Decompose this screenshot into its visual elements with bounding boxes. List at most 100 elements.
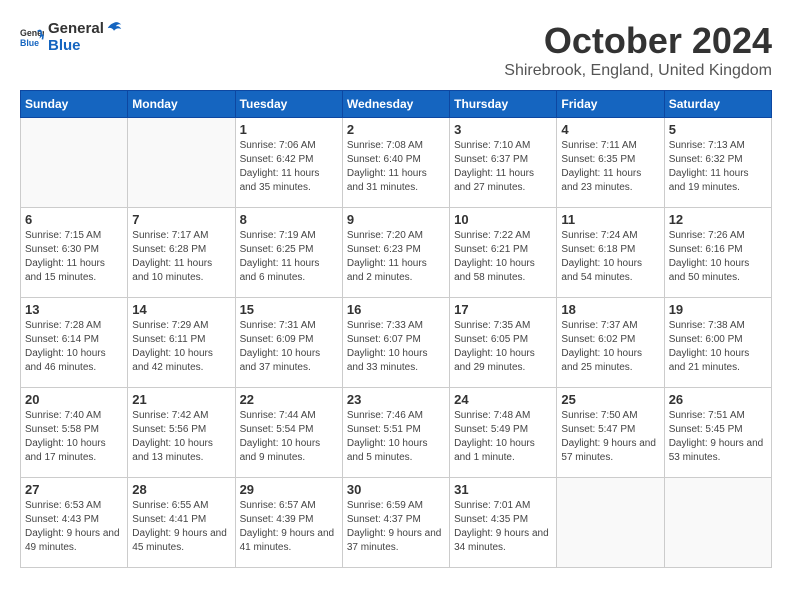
day-number: 28 [132,482,230,497]
day-info: Sunrise: 7:24 AM Sunset: 6:18 PM Dayligh… [561,229,659,285]
day-info: Sunrise: 7:44 AM Sunset: 5:54 PM Dayligh… [240,409,338,465]
calendar-row: 27 Sunrise: 6:53 AM Sunset: 4:43 PM Dayl… [21,478,772,568]
day-info: Sunrise: 7:28 AM Sunset: 6:14 PM Dayligh… [25,319,123,375]
day-info: Sunrise: 7:42 AM Sunset: 5:56 PM Dayligh… [132,409,230,465]
day-number: 14 [132,302,230,317]
table-row: 11 Sunrise: 7:24 AM Sunset: 6:18 PM Dayl… [557,208,664,298]
day-info: Sunrise: 7:48 AM Sunset: 5:49 PM Dayligh… [454,409,552,465]
calendar-row: 20 Sunrise: 7:40 AM Sunset: 5:58 PM Dayl… [21,388,772,478]
header-saturday: Saturday [664,91,771,118]
day-info: Sunrise: 7:35 AM Sunset: 6:05 PM Dayligh… [454,319,552,375]
header-sunday: Sunday [21,91,128,118]
day-number: 13 [25,302,123,317]
empty-cell [128,118,235,208]
day-number: 7 [132,212,230,227]
day-number: 21 [132,392,230,407]
calendar-table: Sunday Monday Tuesday Wednesday Thursday… [20,90,772,568]
table-row: 30 Sunrise: 6:59 AM Sunset: 4:37 PM Dayl… [342,478,449,568]
calendar-row: 13 Sunrise: 7:28 AM Sunset: 6:14 PM Dayl… [21,298,772,388]
table-row: 1 Sunrise: 7:06 AM Sunset: 6:42 PM Dayli… [235,118,342,208]
logo-bird-icon [105,20,123,38]
day-number: 23 [347,392,445,407]
table-row: 14 Sunrise: 7:29 AM Sunset: 6:11 PM Dayl… [128,298,235,388]
day-info: Sunrise: 7:26 AM Sunset: 6:16 PM Dayligh… [669,229,767,285]
day-info: Sunrise: 7:11 AM Sunset: 6:35 PM Dayligh… [561,139,659,195]
calendar-row: 6 Sunrise: 7:15 AM Sunset: 6:30 PM Dayli… [21,208,772,298]
table-row: 4 Sunrise: 7:11 AM Sunset: 6:35 PM Dayli… [557,118,664,208]
day-info: Sunrise: 7:19 AM Sunset: 6:25 PM Dayligh… [240,229,338,285]
table-row: 15 Sunrise: 7:31 AM Sunset: 6:09 PM Dayl… [235,298,342,388]
empty-cell [557,478,664,568]
day-number: 31 [454,482,552,497]
day-number: 12 [669,212,767,227]
day-number: 29 [240,482,338,497]
day-info: Sunrise: 7:22 AM Sunset: 6:21 PM Dayligh… [454,229,552,285]
day-info: Sunrise: 7:06 AM Sunset: 6:42 PM Dayligh… [240,139,338,195]
day-number: 9 [347,212,445,227]
logo-icon: General Blue [20,25,44,49]
day-number: 16 [347,302,445,317]
table-row: 12 Sunrise: 7:26 AM Sunset: 6:16 PM Dayl… [664,208,771,298]
day-number: 22 [240,392,338,407]
day-number: 24 [454,392,552,407]
day-number: 26 [669,392,767,407]
table-row: 21 Sunrise: 7:42 AM Sunset: 5:56 PM Dayl… [128,388,235,478]
day-number: 25 [561,392,659,407]
logo: General Blue General Blue [20,20,124,55]
day-number: 6 [25,212,123,227]
weekday-header-row: Sunday Monday Tuesday Wednesday Thursday… [21,91,772,118]
day-info: Sunrise: 6:53 AM Sunset: 4:43 PM Dayligh… [25,499,123,555]
day-number: 19 [669,302,767,317]
day-number: 2 [347,122,445,137]
day-info: Sunrise: 7:15 AM Sunset: 6:30 PM Dayligh… [25,229,123,285]
month-title: October 2024 [504,20,772,62]
table-row: 29 Sunrise: 6:57 AM Sunset: 4:39 PM Dayl… [235,478,342,568]
header-monday: Monday [128,91,235,118]
table-row: 27 Sunrise: 6:53 AM Sunset: 4:43 PM Dayl… [21,478,128,568]
day-number: 5 [669,122,767,137]
table-row: 26 Sunrise: 7:51 AM Sunset: 5:45 PM Dayl… [664,388,771,478]
table-row: 22 Sunrise: 7:44 AM Sunset: 5:54 PM Dayl… [235,388,342,478]
day-number: 20 [25,392,123,407]
table-row: 8 Sunrise: 7:19 AM Sunset: 6:25 PM Dayli… [235,208,342,298]
day-info: Sunrise: 7:37 AM Sunset: 6:02 PM Dayligh… [561,319,659,375]
day-number: 15 [240,302,338,317]
location-subtitle: Shirebrook, England, United Kingdom [504,62,772,80]
day-info: Sunrise: 7:13 AM Sunset: 6:32 PM Dayligh… [669,139,767,195]
svg-text:Blue: Blue [20,38,39,48]
table-row: 18 Sunrise: 7:37 AM Sunset: 6:02 PM Dayl… [557,298,664,388]
table-row: 31 Sunrise: 7:01 AM Sunset: 4:35 PM Dayl… [450,478,557,568]
table-row: 10 Sunrise: 7:22 AM Sunset: 6:21 PM Dayl… [450,208,557,298]
day-number: 30 [347,482,445,497]
table-row: 23 Sunrise: 7:46 AM Sunset: 5:51 PM Dayl… [342,388,449,478]
table-row: 16 Sunrise: 7:33 AM Sunset: 6:07 PM Dayl… [342,298,449,388]
day-number: 3 [454,122,552,137]
day-number: 4 [561,122,659,137]
day-info: Sunrise: 7:08 AM Sunset: 6:40 PM Dayligh… [347,139,445,195]
table-row: 9 Sunrise: 7:20 AM Sunset: 6:23 PM Dayli… [342,208,449,298]
day-info: Sunrise: 7:10 AM Sunset: 6:37 PM Dayligh… [454,139,552,195]
calendar-row: 1 Sunrise: 7:06 AM Sunset: 6:42 PM Dayli… [21,118,772,208]
table-row: 24 Sunrise: 7:48 AM Sunset: 5:49 PM Dayl… [450,388,557,478]
day-number: 11 [561,212,659,227]
day-info: Sunrise: 7:51 AM Sunset: 5:45 PM Dayligh… [669,409,767,465]
empty-cell [21,118,128,208]
table-row: 25 Sunrise: 7:50 AM Sunset: 5:47 PM Dayl… [557,388,664,478]
header: General Blue General Blue October 2024 S… [20,20,772,80]
day-info: Sunrise: 7:20 AM Sunset: 6:23 PM Dayligh… [347,229,445,285]
table-row: 13 Sunrise: 7:28 AM Sunset: 6:14 PM Dayl… [21,298,128,388]
day-info: Sunrise: 7:17 AM Sunset: 6:28 PM Dayligh… [132,229,230,285]
empty-cell [664,478,771,568]
day-number: 10 [454,212,552,227]
table-row: 5 Sunrise: 7:13 AM Sunset: 6:32 PM Dayli… [664,118,771,208]
header-thursday: Thursday [450,91,557,118]
day-number: 1 [240,122,338,137]
header-wednesday: Wednesday [342,91,449,118]
day-info: Sunrise: 7:38 AM Sunset: 6:00 PM Dayligh… [669,319,767,375]
table-row: 3 Sunrise: 7:10 AM Sunset: 6:37 PM Dayli… [450,118,557,208]
day-info: Sunrise: 6:55 AM Sunset: 4:41 PM Dayligh… [132,499,230,555]
day-number: 27 [25,482,123,497]
table-row: 7 Sunrise: 7:17 AM Sunset: 6:28 PM Dayli… [128,208,235,298]
day-info: Sunrise: 7:40 AM Sunset: 5:58 PM Dayligh… [25,409,123,465]
day-info: Sunrise: 7:33 AM Sunset: 6:07 PM Dayligh… [347,319,445,375]
